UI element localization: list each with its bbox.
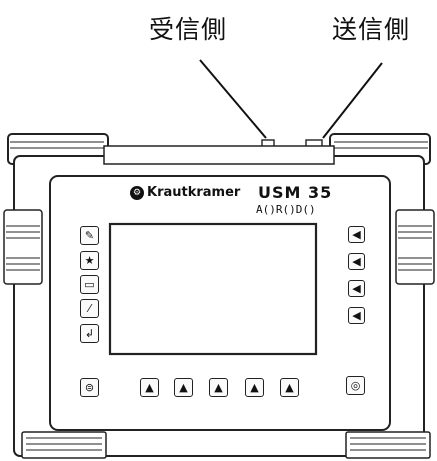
brush-icon: ⁄ [88, 302, 91, 315]
power-key[interactable]: ◎ [346, 376, 365, 395]
arrow-up-icon: ▲ [145, 381, 154, 394]
brand-name: Krautkramer [147, 185, 241, 200]
function-key-2[interactable]: ▲ [174, 378, 193, 397]
star-key[interactable]: ★ [80, 251, 99, 270]
speaker-icon: ◀ [352, 228, 361, 241]
enter-key[interactable]: ↲ [80, 324, 99, 343]
brand-logo-icon: ⚙ [130, 186, 144, 200]
brush-key[interactable]: ⁄ [80, 299, 99, 318]
power-icon: ◎ [350, 379, 361, 392]
display-icon: ▭ [84, 278, 95, 291]
receiver-leader-line [199, 59, 267, 139]
function-key-1[interactable]: ▲ [140, 378, 159, 397]
display-screen [108, 222, 318, 356]
arrow-up-icon: ▲ [214, 381, 223, 394]
right-key-2[interactable]: ◀ [348, 253, 365, 270]
model-name: USM 35 [258, 183, 333, 202]
enter-icon: ↲ [84, 327, 95, 340]
right-key-3[interactable]: ◀ [348, 280, 365, 297]
star-icon: ★ [84, 254, 95, 267]
speaker-icon: ◀ [352, 309, 361, 322]
speaker-icon: ◀ [352, 282, 361, 295]
display-key[interactable]: ▭ [80, 275, 99, 294]
transmitter-leader-line [322, 62, 383, 139]
pencil-key[interactable]: ✎ [80, 226, 99, 245]
arrow-up-icon: ▲ [285, 381, 294, 394]
pencil-icon: ✎ [84, 229, 95, 242]
model-variant: A()R()D() [256, 203, 316, 216]
right-key-1[interactable]: ◀ [348, 226, 365, 243]
menu-icon: ⊜ [84, 381, 95, 394]
menu-key[interactable]: ⊜ [80, 378, 99, 397]
function-key-3[interactable]: ▲ [209, 378, 228, 397]
arrow-up-icon: ▲ [250, 381, 259, 394]
arrow-up-icon: ▲ [179, 381, 188, 394]
right-side-grip [395, 209, 435, 285]
function-key-5[interactable]: ▲ [280, 378, 299, 397]
speaker-icon: ◀ [352, 255, 361, 268]
left-side-grip [3, 209, 43, 285]
function-key-4[interactable]: ▲ [245, 378, 264, 397]
right-key-4[interactable]: ◀ [348, 307, 365, 324]
